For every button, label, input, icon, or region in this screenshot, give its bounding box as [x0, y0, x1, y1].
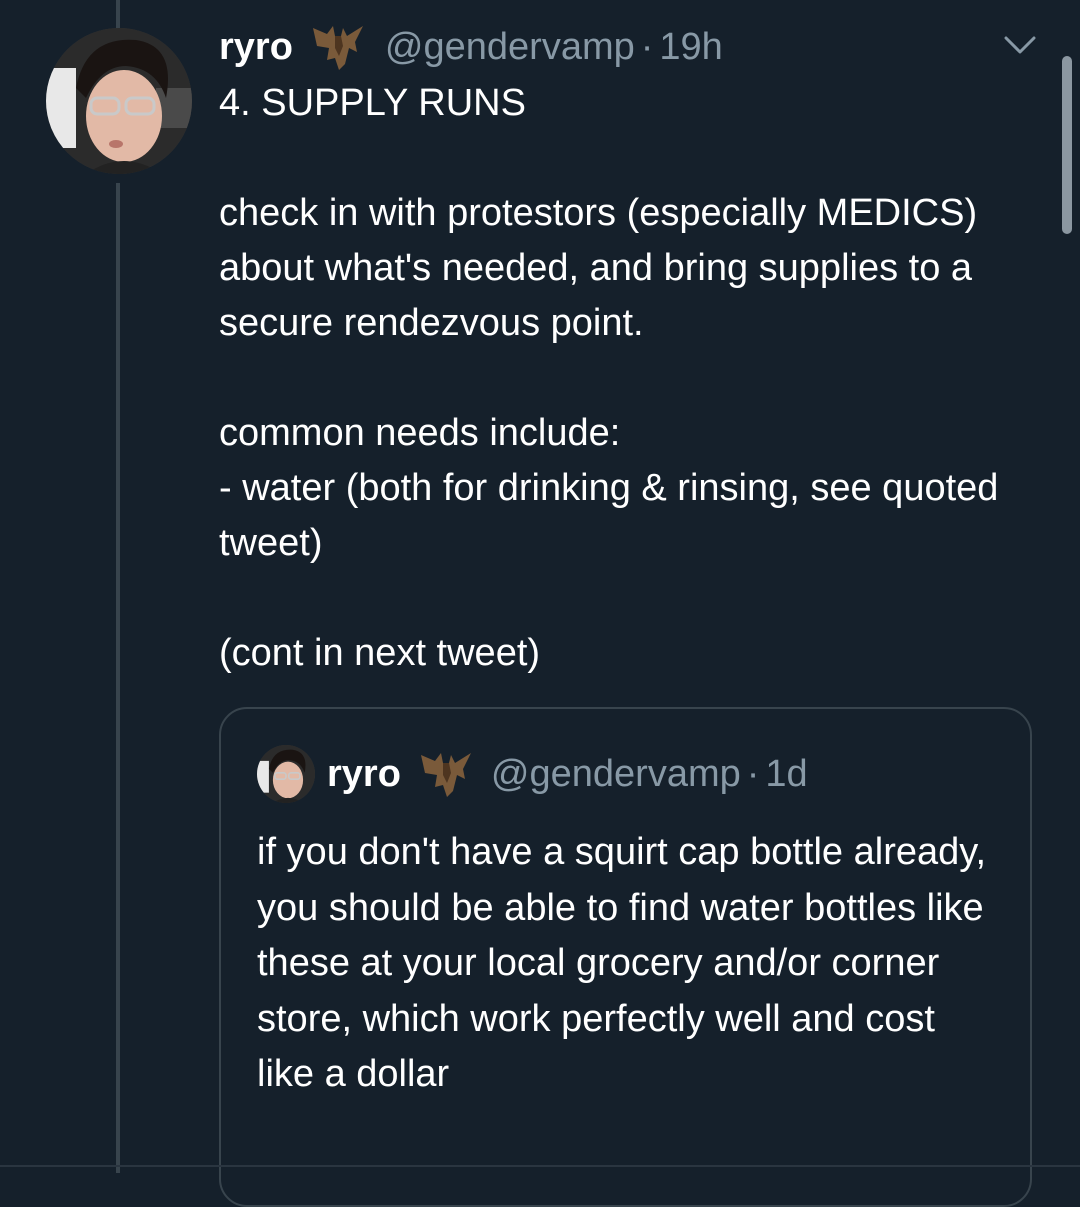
bat-emoji-icon: [419, 749, 473, 799]
quoted-tweet[interactable]: ryro @gendervamp · 1d if you don't have …: [219, 707, 1032, 1207]
quoted-tweet-header: ryro @gendervamp · 1d: [327, 749, 808, 799]
bat-emoji-icon: [311, 22, 365, 72]
divider: [0, 1165, 1080, 1167]
quoted-avatar[interactable]: [257, 745, 315, 803]
avatar[interactable]: [46, 28, 192, 174]
scrollbar[interactable]: [1062, 56, 1072, 234]
quoted-handle: @gendervamp: [490, 753, 741, 795]
quoted-tweet-text: if you don't have a squirt cap bottle al…: [257, 831, 986, 1095]
tweet-text: 4. SUPPLY RUNS check in with protestors …: [219, 82, 999, 674]
separator-dot: ·: [640, 26, 654, 68]
tweet-header: ryro @gendervamp · 19h: [219, 22, 723, 72]
thread-line: [116, 183, 120, 1173]
display-name[interactable]: ryro: [219, 22, 293, 72]
separator-dot: ·: [746, 753, 760, 795]
quoted-display-name: ryro: [327, 753, 401, 795]
handle[interactable]: @gendervamp: [385, 22, 635, 72]
timestamp[interactable]: 19h: [659, 22, 722, 72]
chevron-down-icon[interactable]: [1000, 30, 1040, 60]
quoted-timestamp: 1d: [765, 753, 808, 795]
